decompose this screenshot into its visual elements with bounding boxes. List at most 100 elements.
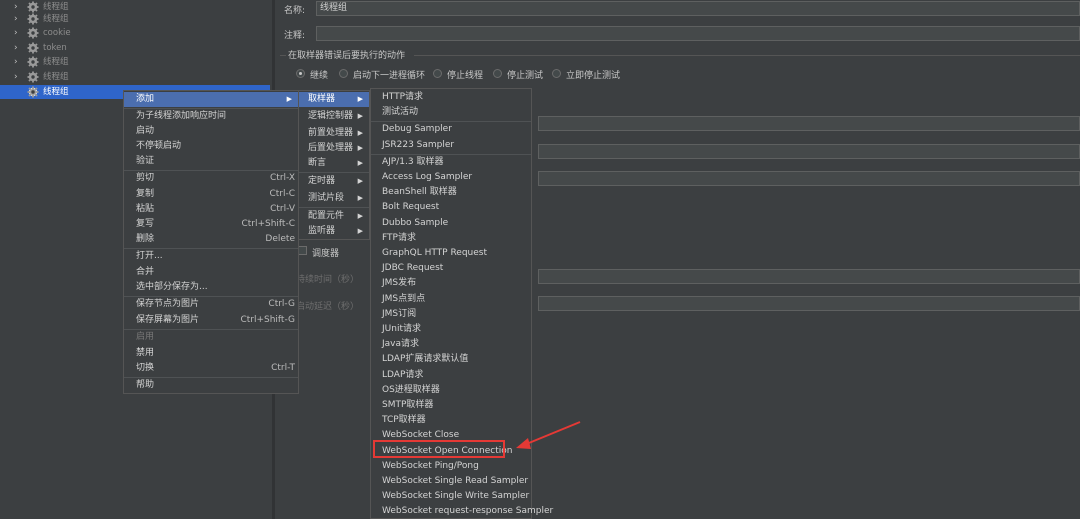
menu-item-cut[interactable]: 剪切 Ctrl-X <box>124 171 298 186</box>
delay-field[interactable] <box>538 296 1080 311</box>
tree-node[interactable]: › cookie <box>0 26 270 40</box>
threads-field[interactable] <box>538 116 1080 131</box>
menu-item-label: 监听器 <box>308 226 336 236</box>
chevron-right-icon[interactable]: › <box>14 70 22 84</box>
rampup-field[interactable] <box>538 144 1080 159</box>
duration-field[interactable] <box>538 269 1080 284</box>
sampler-item[interactable]: Access Log Sampler <box>371 170 531 185</box>
sampler-item[interactable]: WebSocket Ping/Pong <box>371 459 531 474</box>
menu-item-label: 不停顿启动 <box>136 141 182 151</box>
menu-item-delete[interactable]: 删除 Delete <box>124 232 298 247</box>
radio-stop-thread[interactable] <box>433 69 442 78</box>
sampler-item-label: 测试活动 <box>382 107 419 118</box>
menu-item-validate[interactable]: 验证 <box>124 154 298 169</box>
tree-node[interactable]: › 线程组 <box>0 12 270 26</box>
menu-item-label: 测试片段 <box>308 193 345 203</box>
add-submenu: 取样器 ▶ 逻辑控制器 ▶ 前置处理器 ▶ 后置处理器 ▶ 断言 ▶ 定时器 ▶ 测试片段 ▶… <box>298 90 370 240</box>
menu-item-open[interactable]: 打开... <box>124 249 298 264</box>
sampler-item[interactable]: Java请求 <box>371 337 531 352</box>
menu-item-assertion[interactable]: 断言 ▶ <box>299 156 369 171</box>
menu-item-label: 帮助 <box>136 380 155 390</box>
sampler-item[interactable]: JMS发布 <box>371 276 531 291</box>
sampler-item-label: HTTP请求 <box>382 92 424 102</box>
sampler-item-label: JSR223 Sampler <box>382 139 455 150</box>
menu-item-save-screen-image[interactable]: 保存屏幕为图片 Ctrl+Shift-G <box>124 313 298 328</box>
sampler-item[interactable]: JMS订阅 <box>371 307 531 322</box>
menu-item-add-response-time[interactable]: 为子线程添加响应时间 <box>124 109 298 124</box>
name-field[interactable]: 线程组 <box>316 1 1080 16</box>
menu-item-logic-controller[interactable]: 逻辑控制器 ▶ <box>299 109 369 124</box>
submenu-arrow-icon: ▶ <box>357 227 363 235</box>
chevron-right-icon[interactable]: › <box>14 41 22 55</box>
menu-item-merge[interactable]: 合并 <box>124 265 298 280</box>
menu-separator <box>299 207 369 208</box>
menu-item-pre-processor[interactable]: 前置处理器 ▶ <box>299 126 369 141</box>
menu-item-test-fragment[interactable]: 测试片段 ▶ <box>299 191 369 206</box>
sampler-item[interactable]: FTP请求 <box>371 231 531 246</box>
sampler-item[interactable]: JUnit请求 <box>371 322 531 337</box>
menu-item-timer[interactable]: 定时器 ▶ <box>299 174 369 189</box>
menu-separator <box>299 172 369 173</box>
submenu-arrow-icon: ▶ <box>357 159 363 167</box>
sampler-item[interactable]: SMTP取样器 <box>371 398 531 413</box>
radio-next-loop[interactable] <box>339 69 348 78</box>
sampler-item[interactable]: 测试活动 <box>371 105 531 120</box>
menu-item-post-processor[interactable]: 后置处理器 ▶ <box>299 141 369 156</box>
menu-item-start[interactable]: 启动 <box>124 124 298 139</box>
menu-item-save-node-image[interactable]: 保存节点为图片 Ctrl-G <box>124 297 298 312</box>
tree-node[interactable]: › 线程组 <box>0 70 270 84</box>
gear-icon <box>27 86 39 98</box>
scheduler-checkbox[interactable] <box>298 246 307 255</box>
radio-stop-test[interactable] <box>493 69 502 78</box>
menu-item-disable[interactable]: 禁用 <box>124 346 298 361</box>
sampler-item[interactable]: WebSocket Single Write Sampler <box>371 489 531 504</box>
tree-node[interactable]: › token <box>0 41 270 55</box>
sampler-item[interactable]: Debug Sampler <box>371 122 531 137</box>
sampler-item[interactable]: TCP取样器 <box>371 413 531 428</box>
loop-field[interactable] <box>538 171 1080 186</box>
menu-item-listener[interactable]: 监听器 ▶ <box>299 224 369 239</box>
sampler-item[interactable]: OS进程取样器 <box>371 383 531 398</box>
sampler-item[interactable]: JDBC Request <box>371 261 531 276</box>
radio-continue[interactable] <box>296 69 305 78</box>
sampler-item[interactable]: JMS点到点 <box>371 292 531 307</box>
menu-item-add[interactable]: 添加 ▶ <box>124 92 298 107</box>
menu-item-paste[interactable]: 粘贴 Ctrl-V <box>124 202 298 217</box>
menu-item-label: 保存屏幕为图片 <box>136 315 200 325</box>
sampler-item-label: Bolt Request <box>382 202 440 213</box>
menu-item-start-no-pause[interactable]: 不停顿启动 <box>124 139 298 154</box>
sampler-item[interactable]: LDAP请求 <box>371 368 531 383</box>
menu-item-help[interactable]: 帮助 <box>124 378 298 393</box>
menu-item-copy[interactable]: 复制 Ctrl-C <box>124 187 298 202</box>
menu-item-toggle[interactable]: 切换 Ctrl-T <box>124 361 298 376</box>
menu-item-label: 启动 <box>136 126 155 136</box>
comment-field[interactable] <box>316 26 1080 41</box>
chevron-right-icon[interactable]: › <box>14 55 22 69</box>
delay-label: 启动延迟（秒） <box>296 302 360 312</box>
chevron-right-icon[interactable]: › <box>14 12 22 26</box>
radio-stop-test-now[interactable] <box>552 69 561 78</box>
menu-item-sampler[interactable]: 取样器 ▶ <box>299 92 369 107</box>
sampler-item[interactable]: LDAP扩展请求默认值 <box>371 352 531 367</box>
sampler-item[interactable]: WebSocket request-response Sampler <box>371 504 553 519</box>
sampler-item[interactable]: WebSocket Single Read Sampler <box>371 474 531 489</box>
sampler-item[interactable]: HTTP请求 <box>371 90 531 105</box>
menu-item-duplicate[interactable]: 复写 Ctrl+Shift-C <box>124 217 298 232</box>
tree-node[interactable]: › 线程组 <box>0 55 270 69</box>
error-action-title: 在取样器错误后要执行的动作 <box>288 51 406 61</box>
sampler-item-label: Debug Sampler <box>382 124 452 135</box>
menu-item-label: 取样器 <box>308 94 336 104</box>
menu-item-config-element[interactable]: 配置元件 ▶ <box>299 209 369 224</box>
sampler-item[interactable]: JSR223 Sampler <box>371 138 531 153</box>
menu-item-label: 保存节点为图片 <box>136 299 200 309</box>
sampler-item-label: GraphQL HTTP Request <box>382 248 488 258</box>
sampler-item[interactable]: Dubbo Sample <box>371 216 531 231</box>
sampler-item[interactable]: GraphQL HTTP Request <box>371 246 531 261</box>
sampler-item[interactable]: AJP/1.3 取样器 <box>371 155 531 170</box>
radio-next-loop-label: 启动下一进程循环 <box>353 71 426 81</box>
sampler-item[interactable]: Bolt Request <box>371 200 531 215</box>
sampler-item[interactable]: BeanShell 取样器 <box>371 185 531 200</box>
gear-icon <box>27 71 39 83</box>
chevron-right-icon[interactable]: › <box>14 26 22 40</box>
menu-item-save-selection-as[interactable]: 选中部分保存为... <box>124 280 298 295</box>
